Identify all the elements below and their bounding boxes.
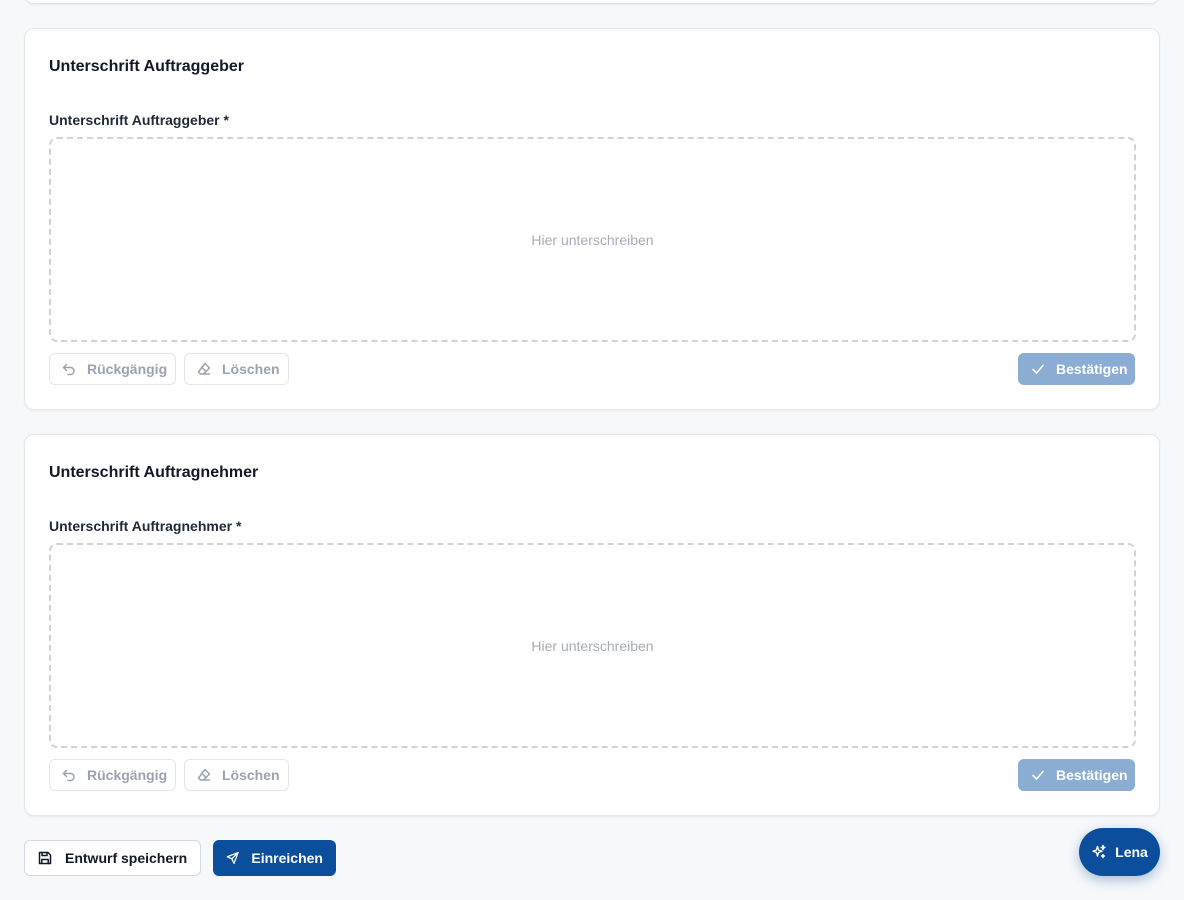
send-icon [226,851,239,865]
undo-button[interactable]: Rückgängig [49,353,176,385]
signature-pad[interactable]: Hier unterschreiben [49,543,1136,748]
clear-label: Löschen [222,767,280,783]
check-icon [1032,770,1044,780]
signature-field-label: Unterschrift Auftragnehmer * [49,518,242,534]
eraser-icon [197,362,211,375]
assistant-button[interactable]: Lena [1079,828,1160,876]
signature-pad[interactable]: Hier unterschreiben [49,137,1136,342]
undo-button[interactable]: Rückgängig [49,759,176,791]
confirm-button[interactable]: Bestätigen [1018,353,1135,385]
clear-button[interactable]: Löschen [184,759,289,791]
confirm-label: Bestätigen [1056,361,1128,377]
eraser-icon [197,768,211,781]
section-title: Unterschrift Auftraggeber [49,58,244,75]
submit-button[interactable]: Einreichen [213,840,336,876]
signature-placeholder: Hier unterschreiben [531,231,654,248]
submit-label: Einreichen [251,850,323,866]
confirm-label: Bestätigen [1056,767,1128,783]
save-draft-button[interactable]: Entwurf speichern [24,840,201,876]
form-page: Unterschrift Auftraggeber Unterschrift A… [0,0,1184,900]
confirm-button[interactable]: Bestätigen [1018,759,1135,791]
undo-label: Rückgängig [87,767,168,783]
save-draft-label: Entwurf speichern [65,850,188,866]
undo-icon [62,769,75,782]
undo-label: Rückgängig [87,361,168,377]
sparkles-icon [1092,844,1106,859]
signature-section-client: Unterschrift Auftraggeber Unterschrift A… [24,28,1160,410]
check-icon [1032,364,1044,374]
clear-label: Löschen [222,361,280,377]
signature-placeholder: Hier unterschreiben [531,637,654,654]
previous-section-card [24,0,1160,4]
clear-button[interactable]: Löschen [184,353,289,385]
assistant-label: Lena [1115,844,1148,860]
save-icon [38,851,52,865]
undo-icon [62,363,75,376]
signature-field-label: Unterschrift Auftraggeber * [49,112,229,128]
section-title: Unterschrift Auftragnehmer [49,464,259,481]
signature-section-contractor: Unterschrift Auftragnehmer Unterschrift … [24,434,1160,816]
